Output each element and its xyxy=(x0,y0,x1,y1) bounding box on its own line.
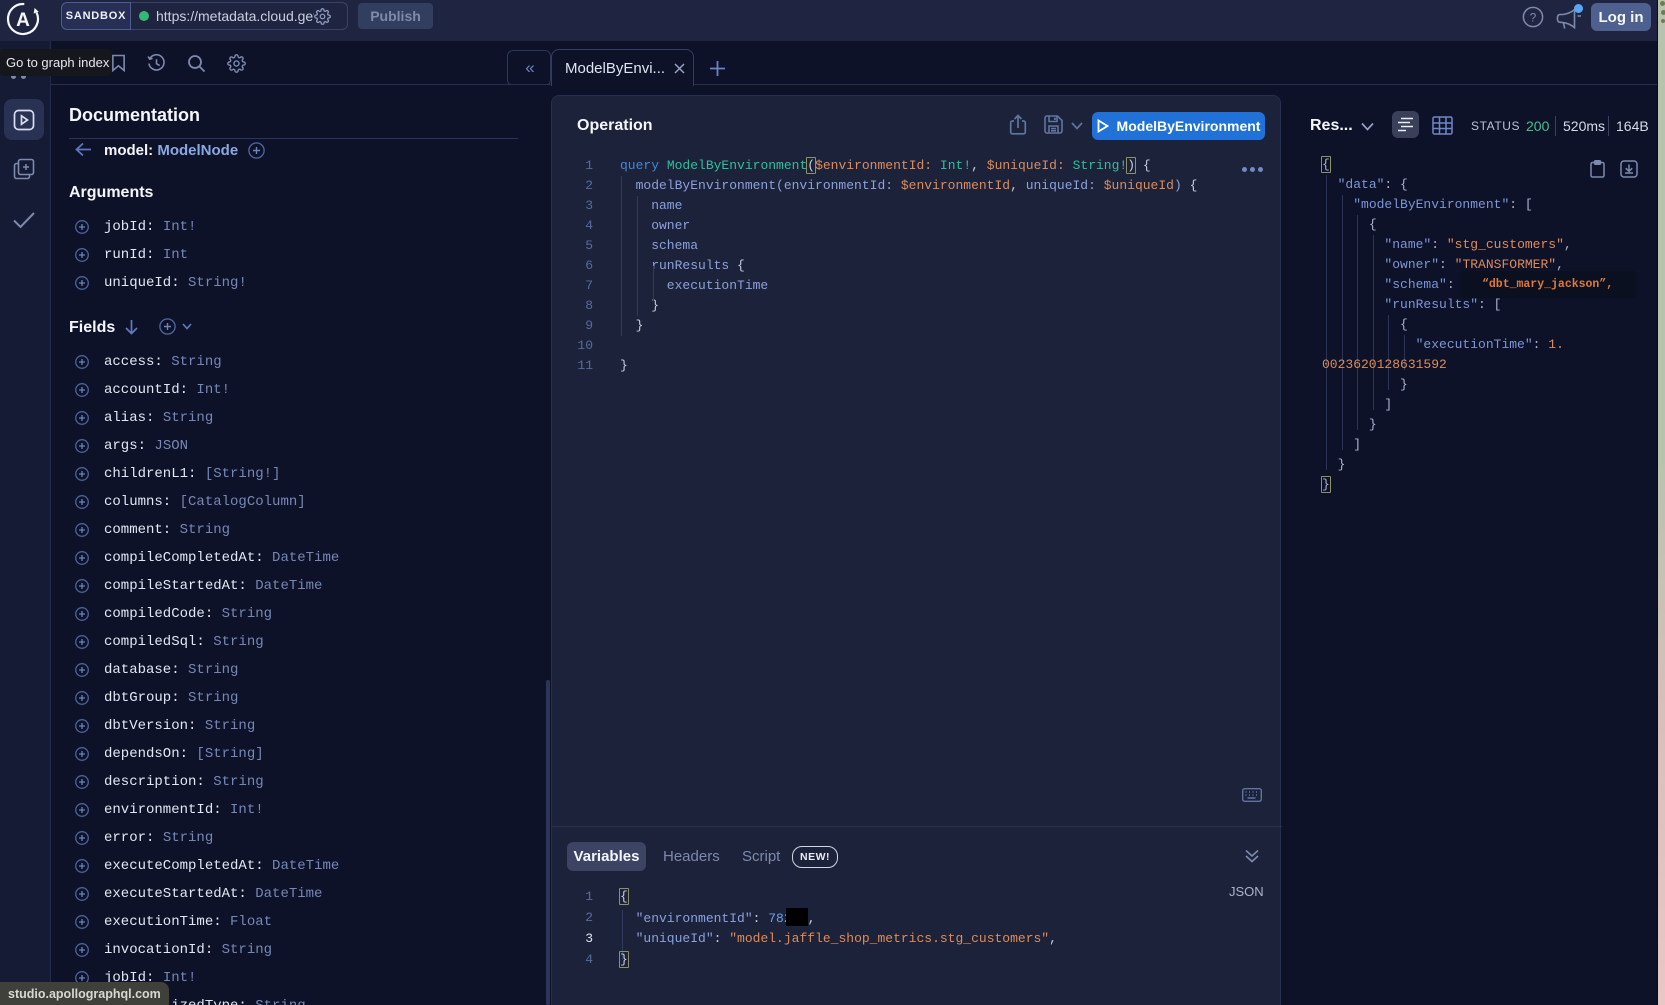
svg-text:A: A xyxy=(16,10,30,31)
svg-text:?: ? xyxy=(1530,11,1537,25)
